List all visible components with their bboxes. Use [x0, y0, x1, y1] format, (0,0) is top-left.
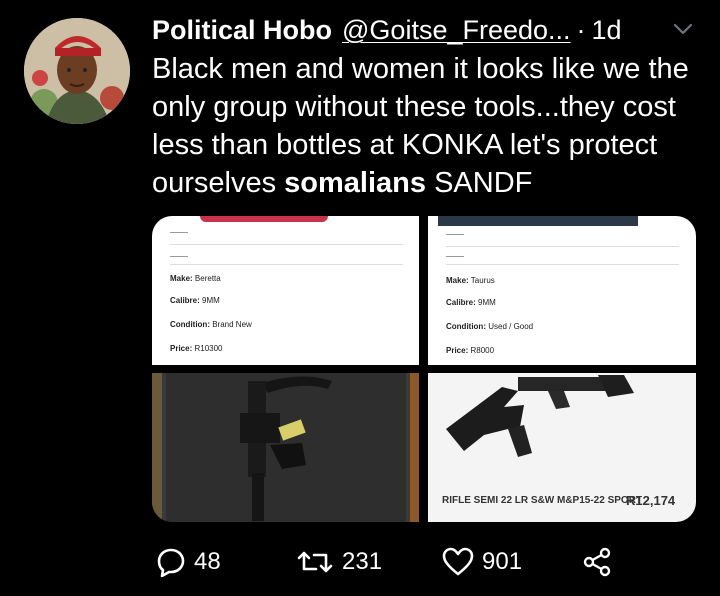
like-button[interactable]: 901 [442, 540, 522, 584]
spec-calibre: Calibre: 9MM [170, 296, 220, 305]
image-fragment [438, 216, 638, 226]
divider [446, 256, 464, 257]
media-image-4[interactable]: RIFLE SEMI 22 LR S&W M&P15-22 SPORT R12,… [428, 373, 696, 522]
media-image-3[interactable] [152, 373, 419, 522]
divider [170, 256, 188, 257]
product-title: RIFLE SEMI 22 LR S&W M&P15-22 SPORT [442, 495, 643, 506]
spec-price: Price: R8000 [446, 346, 495, 355]
spec-condition: Condition: Brand New [170, 320, 252, 329]
chevron-down-icon[interactable] [668, 14, 698, 44]
like-count: 901 [482, 548, 523, 575]
timestamp[interactable]: 1d [592, 15, 622, 46]
author-handle[interactable]: @Goitse_Freedo... [342, 15, 571, 46]
product-price: R12,174 [626, 493, 676, 508]
share-button[interactable] [582, 540, 612, 584]
rifle-photo [152, 373, 419, 522]
tweet-actions: 48 231 901 [152, 540, 632, 584]
divider [170, 232, 188, 233]
spec-condition: Condition: Used / Good [446, 322, 534, 331]
share-icon [582, 547, 612, 577]
media-image-1[interactable]: Make: Beretta Calibre: 9MM Condition: Br… [152, 216, 419, 365]
divider [170, 244, 403, 245]
media-image-2[interactable]: Make: Taurus Calibre: 9MM Condition: Use… [428, 216, 696, 365]
like-icon [442, 547, 474, 577]
retweet-button[interactable]: 231 [296, 540, 382, 584]
spec-price: Price: R10300 [170, 344, 223, 353]
spec-make: Make: Beretta [170, 274, 221, 283]
tweet-text-end: SANDF [426, 167, 533, 199]
divider [446, 264, 679, 265]
reply-icon [156, 547, 186, 577]
tweet-text-bold: somalians [284, 167, 427, 199]
media-grid: Make: Beretta Calibre: 9MM Condition: Br… [152, 216, 696, 522]
divider [170, 264, 403, 265]
avatar[interactable] [24, 18, 130, 124]
reply-count: 48 [194, 548, 221, 575]
divider [446, 246, 679, 247]
retweet-count: 231 [342, 548, 383, 575]
image-fragment [200, 216, 328, 222]
divider [446, 234, 464, 235]
author-name[interactable]: Political Hobo [152, 15, 332, 46]
retweet-icon [296, 547, 334, 577]
tweet-header: Political Hobo @Goitse_Freedo... · 1d [152, 12, 693, 48]
rifle-stock-photo [428, 373, 696, 473]
spec-make: Make: Taurus [446, 276, 495, 285]
avatar-image [24, 18, 130, 124]
spec-calibre: Calibre: 9MM [446, 298, 496, 307]
tweet-text: Black men and women it looks like we the… [152, 50, 712, 202]
separator-dot: · [576, 14, 586, 45]
reply-button[interactable]: 48 [156, 540, 221, 584]
